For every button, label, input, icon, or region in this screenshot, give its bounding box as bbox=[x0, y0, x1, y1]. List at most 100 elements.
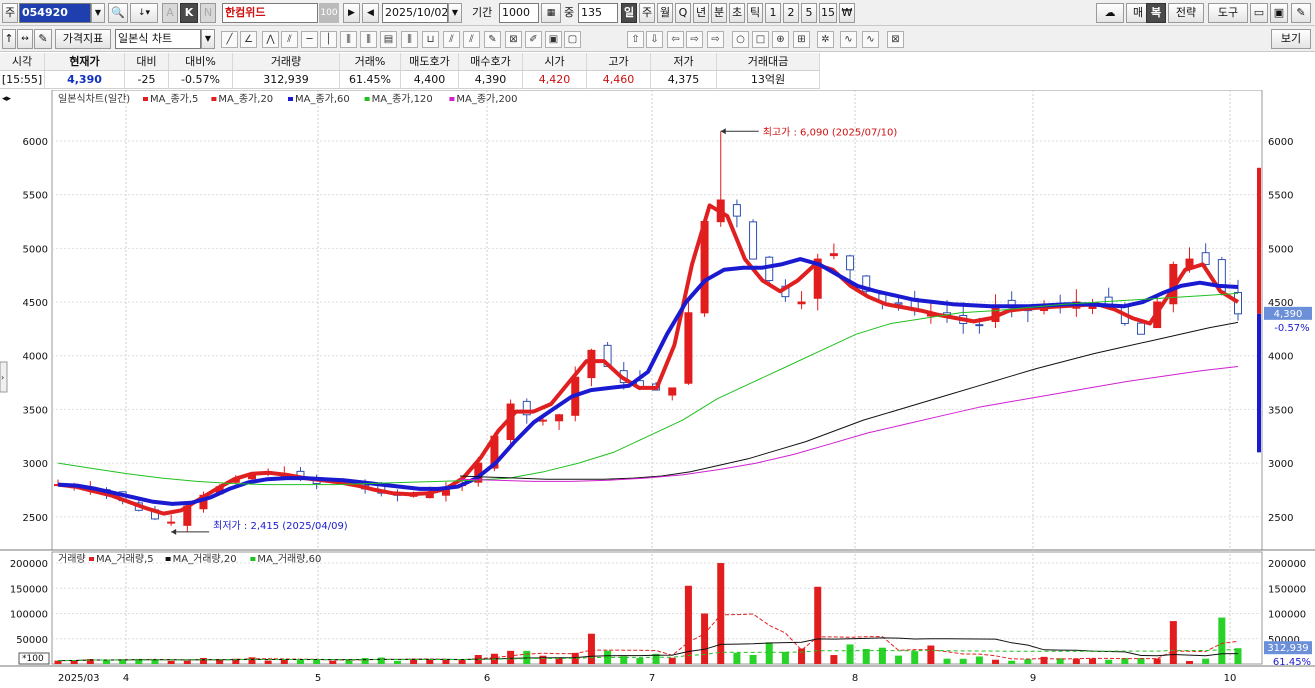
lr-arrow-icon[interactable]: ↔ bbox=[17, 29, 33, 49]
volume-bar bbox=[1202, 658, 1210, 664]
chart-type-select[interactable]: 일본식 차트 bbox=[115, 29, 201, 49]
volume-bar bbox=[781, 651, 789, 664]
clear-tool-icon[interactable]: ⊠ bbox=[505, 31, 522, 48]
wrench-icon[interactable]: ✎ bbox=[1291, 3, 1311, 23]
code-dropdown-icon[interactable]: ▼ bbox=[91, 3, 105, 23]
candle-body bbox=[1137, 322, 1146, 335]
current-volume-pct-label: 61.45% bbox=[1273, 657, 1311, 668]
interval-tab[interactable]: 5 bbox=[801, 3, 817, 23]
k-button[interactable]: K bbox=[180, 3, 198, 23]
current-price-label: 4,390 bbox=[1274, 309, 1303, 320]
up-arrow-icon[interactable]: ↑ bbox=[2, 29, 16, 49]
hline-tool-icon[interactable]: ─ bbox=[301, 31, 318, 48]
interval-tab[interactable]: 15 bbox=[819, 3, 837, 23]
right2-mark-icon[interactable]: ⇨ bbox=[707, 31, 724, 48]
legend-swatch bbox=[165, 557, 171, 561]
line-tool-icon[interactable]: ╱ bbox=[221, 31, 238, 48]
interval-tab[interactable]: ₩ bbox=[839, 3, 855, 23]
quote-value: 13억원 bbox=[717, 71, 820, 89]
zoom-in-icon[interactable]: ⊕ bbox=[772, 31, 789, 48]
count-input[interactable]: 135 bbox=[578, 3, 618, 23]
volume-bar bbox=[296, 660, 304, 664]
square-tool-icon[interactable]: □ bbox=[752, 31, 769, 48]
drawing-toolbar: ↑ ↔ ✎ 가격지표 일본식 차트 ▼ ╱ ∠ ⋀ ⫽ ─ │ ⫼ ⫼ ▤ ⫼ ⊔ ⫽ ⫽ ✎ ⊠ ✐ ▣ ▢ ⇧ ⇩… bbox=[0, 26, 1315, 52]
next-arrow-icon[interactable]: ▶ bbox=[343, 3, 360, 23]
box-tool-icon[interactable]: ▣ bbox=[545, 31, 562, 48]
scroll-arrows-icon[interactable]: ◂▸ bbox=[2, 94, 12, 104]
fan-tool-icon[interactable]: ⫽ bbox=[281, 31, 298, 48]
period-grid-icon[interactable]: ▦ bbox=[541, 3, 561, 23]
right-mark-icon[interactable]: ⇨ bbox=[686, 31, 703, 48]
zoom-box-icon[interactable]: ⊞ bbox=[793, 31, 810, 48]
x-tick-label: 7 bbox=[649, 673, 655, 684]
left-mark-icon[interactable]: ⇦ bbox=[667, 31, 684, 48]
interval-tab[interactable]: 초 bbox=[729, 3, 745, 23]
sort-dropdown-icon[interactable]: ↓▾ bbox=[130, 3, 158, 23]
volume-bar bbox=[749, 654, 757, 664]
edit-icon[interactable]: ✎ bbox=[34, 29, 52, 49]
wave1-tool-icon[interactable]: ∿ bbox=[840, 31, 857, 48]
interval-tab[interactable]: 1 bbox=[765, 3, 781, 23]
volume-bar bbox=[1089, 658, 1097, 664]
interval-tab[interactable]: 2 bbox=[783, 3, 799, 23]
volume-bar bbox=[539, 655, 547, 664]
volume-bar bbox=[798, 648, 806, 664]
candle-body bbox=[668, 387, 677, 396]
toolbar-right-button[interactable]: 도구 bbox=[1208, 3, 1248, 23]
circle-tool-icon[interactable]: ○ bbox=[732, 31, 749, 48]
interval-tab[interactable]: 주 bbox=[639, 3, 655, 23]
interval-tab[interactable]: 년 bbox=[693, 3, 709, 23]
down-mark-icon[interactable]: ⇩ bbox=[646, 31, 663, 48]
cloud-icon[interactable]: ☁ bbox=[1096, 3, 1124, 23]
search-icon[interactable]: 🔍 bbox=[108, 3, 128, 23]
cup-tool-icon[interactable]: ⊔ bbox=[422, 31, 439, 48]
up-mark-icon[interactable]: ⇧ bbox=[627, 31, 644, 48]
vline-tool-icon[interactable]: │ bbox=[320, 31, 337, 48]
grid1-tool-icon[interactable]: ⫼ bbox=[340, 31, 357, 48]
prev-arrow-icon[interactable]: ◀ bbox=[362, 3, 379, 23]
legend-title: 거래량 bbox=[58, 553, 86, 565]
period-input[interactable]: 1000 bbox=[499, 3, 539, 23]
rect-tool-icon[interactable]: ▢ bbox=[564, 31, 581, 48]
view-button[interactable]: 보기 bbox=[1271, 29, 1311, 49]
stock-name-field[interactable]: 한컴위드 bbox=[222, 3, 318, 23]
market-type-button[interactable]: 주 bbox=[2, 3, 18, 23]
save-icon[interactable]: ▣ bbox=[1270, 3, 1288, 23]
marker-tool-icon[interactable]: ✐ bbox=[525, 31, 542, 48]
pen-tool-icon[interactable]: ✎ bbox=[484, 31, 501, 48]
toolbar-right-button[interactable]: 복 bbox=[1146, 3, 1166, 23]
angle-tool-icon[interactable]: ∠ bbox=[240, 31, 257, 48]
interval-tab[interactable]: Q bbox=[675, 3, 691, 23]
candle-body bbox=[894, 302, 903, 305]
volume-bar bbox=[1008, 660, 1016, 664]
toolbar-right-button[interactable]: 전략 bbox=[1168, 3, 1204, 23]
channel2-tool-icon[interactable]: ⫽ bbox=[463, 31, 480, 48]
chart-type-dropdown-icon[interactable]: ▼ bbox=[201, 29, 215, 49]
quote-value: 4,375 bbox=[651, 71, 717, 89]
stock-code-input[interactable]: 054920 bbox=[19, 3, 91, 23]
a-button[interactable]: A bbox=[162, 3, 178, 23]
reset-icon[interactable]: ⊠ bbox=[887, 31, 904, 48]
peak-tool-icon[interactable]: ⋀ bbox=[262, 31, 279, 48]
channel1-tool-icon[interactable]: ⫽ bbox=[443, 31, 460, 48]
interval-tab[interactable]: 일 bbox=[621, 3, 637, 23]
stock-chart[interactable]: 2025/03 4 5 6 7 8 9 10 6000 6000 5500 5500 5000 5000 4… bbox=[0, 89, 1315, 685]
n-button[interactable]: N bbox=[200, 3, 216, 23]
interval-tab[interactable]: 틱 bbox=[747, 3, 763, 23]
date-input[interactable]: 2025/10/02 bbox=[382, 3, 448, 23]
price-y-tick-right: 3500 bbox=[1268, 405, 1293, 416]
date-dropdown-icon[interactable]: ▼ bbox=[448, 3, 462, 23]
volume-bar bbox=[280, 659, 288, 664]
grid2-tool-icon[interactable]: ⫼ bbox=[360, 31, 377, 48]
interval-tab[interactable]: 분 bbox=[711, 3, 727, 23]
interval-tab[interactable]: 월 bbox=[657, 3, 673, 23]
volume-bar bbox=[1072, 658, 1080, 664]
table-tool-icon[interactable]: ▤ bbox=[380, 31, 397, 48]
wave2-tool-icon[interactable]: ∿ bbox=[862, 31, 879, 48]
grid3-tool-icon[interactable]: ⫼ bbox=[401, 31, 418, 48]
star-tool-icon[interactable]: ✲ bbox=[817, 31, 834, 48]
indicator-button[interactable]: 가격지표 bbox=[55, 29, 111, 49]
folder-icon[interactable]: ▭ bbox=[1250, 3, 1268, 23]
quote-value: -0.57% bbox=[169, 71, 233, 89]
candle-body bbox=[749, 221, 758, 260]
